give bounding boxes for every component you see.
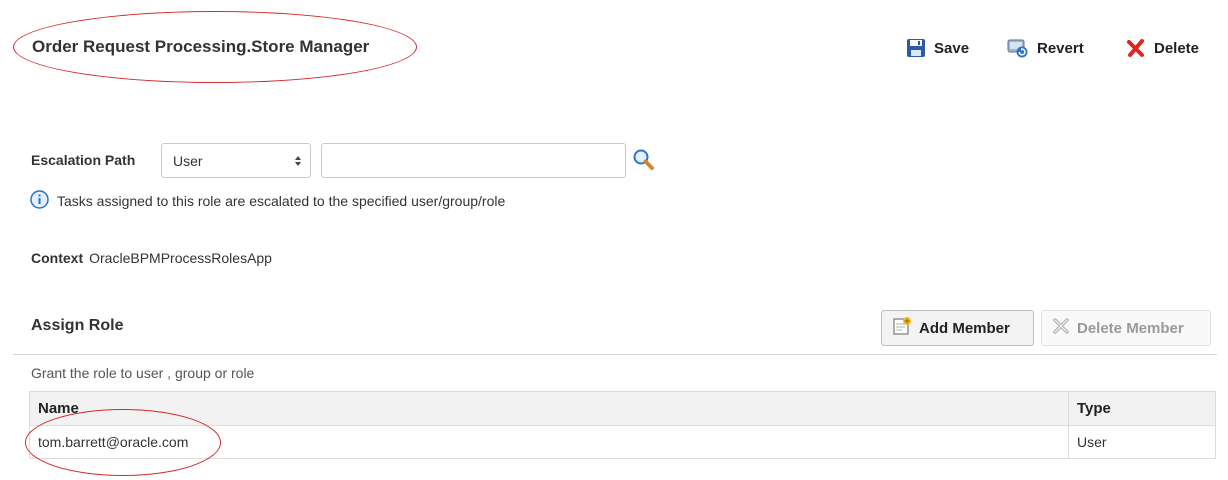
delete-button[interactable]: Delete xyxy=(1126,38,1199,58)
save-icon xyxy=(906,38,926,58)
escalation-type-select[interactable]: User xyxy=(161,143,311,178)
select-arrows-icon xyxy=(294,153,302,169)
delete-x-icon xyxy=(1126,38,1146,58)
add-member-icon xyxy=(892,316,912,340)
delete-member-label: Delete Member xyxy=(1077,319,1184,337)
revert-icon xyxy=(1007,38,1029,58)
save-label: Save xyxy=(934,39,970,57)
column-header-type[interactable]: Type xyxy=(1068,391,1216,426)
add-member-button[interactable]: Add Member xyxy=(881,310,1034,346)
add-member-label: Add Member xyxy=(919,319,1010,337)
revert-label: Revert xyxy=(1037,39,1084,57)
escalation-type-value: User xyxy=(173,152,203,169)
escalation-info-text: Tasks assigned to this role are escalate… xyxy=(57,193,506,209)
escalation-path-label: Escalation Path xyxy=(31,152,136,168)
save-button[interactable]: Save xyxy=(906,38,969,58)
table-header-row: Name Type xyxy=(29,391,1216,426)
search-icon[interactable] xyxy=(632,148,656,175)
column-header-name[interactable]: Name xyxy=(29,391,1069,426)
escalation-info: Tasks assigned to this role are escalate… xyxy=(30,190,505,212)
revert-button[interactable]: Revert xyxy=(1007,38,1084,58)
context-value: OracleBPMProcessRolesApp xyxy=(89,250,272,266)
info-icon xyxy=(30,190,49,212)
delete-member-button[interactable]: Delete Member xyxy=(1041,310,1211,346)
table-row[interactable]: tom.barrett@oracle.com User xyxy=(29,425,1216,459)
section-divider xyxy=(13,354,1217,355)
delete-label: Delete xyxy=(1154,39,1200,57)
page-title: Order Request Processing.Store Manager xyxy=(32,37,370,56)
members-table: Name Type tom.barrett@oracle.com User xyxy=(29,391,1216,459)
delete-member-icon xyxy=(1052,317,1070,339)
assign-role-heading: Assign Role xyxy=(31,317,124,334)
context-label: Context xyxy=(31,250,84,266)
escalation-value-input[interactable] xyxy=(321,143,626,178)
assign-role-description: Grant the role to user , group or role xyxy=(31,365,255,381)
member-name-cell[interactable]: tom.barrett@oracle.com xyxy=(29,425,1069,459)
member-type-cell[interactable]: User xyxy=(1068,425,1216,459)
context-row: Context OracleBPMProcessRolesApp xyxy=(31,250,272,266)
